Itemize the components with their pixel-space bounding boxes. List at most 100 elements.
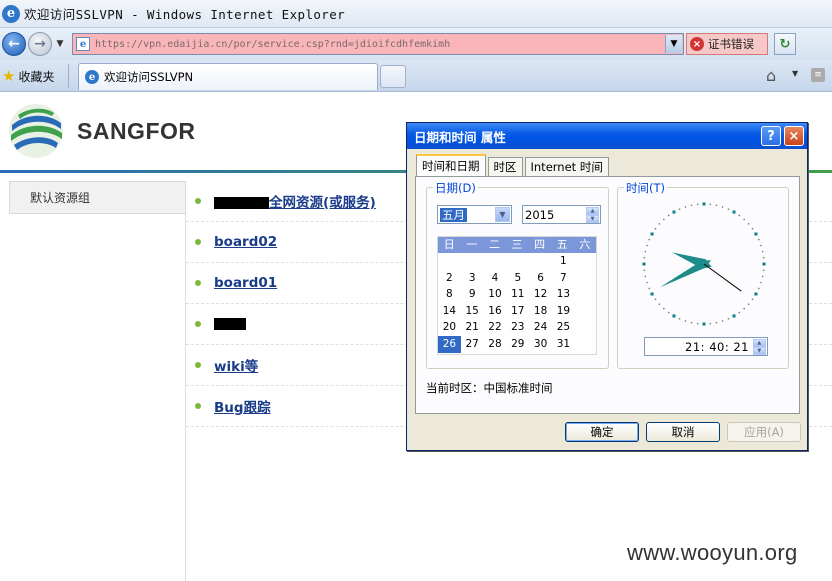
- address-url[interactable]: https://vpn.edaijia.cn/por/service.csp?r…: [95, 39, 655, 50]
- calendar-day[interactable]: 18: [529, 303, 552, 320]
- calendar-day[interactable]: 9: [461, 286, 484, 303]
- help-icon[interactable]: ?: [761, 126, 781, 146]
- logo-text: SANGFOR: [77, 118, 196, 144]
- clock-minute-mark: [667, 214, 670, 217]
- back-arrow-icon[interactable]: ←: [2, 32, 26, 56]
- sidebar-item-default-group[interactable]: 默认资源组: [9, 181, 186, 214]
- refresh-icon[interactable]: ↻: [774, 33, 796, 55]
- calendar-day[interactable]: 29: [506, 336, 529, 353]
- home-icon[interactable]: ⌂: [766, 66, 776, 85]
- clock-hour-mark: [732, 210, 736, 214]
- clock-minute-mark: [743, 218, 745, 221]
- dialog-titlebar[interactable]: 日期和时间 属性: [407, 123, 807, 149]
- calendar-day[interactable]: 10: [484, 286, 507, 303]
- calendar-day[interactable]: 23: [506, 319, 529, 336]
- cert-error-label: 证书错误: [708, 37, 754, 51]
- clock-minute-mark: [658, 303, 661, 305]
- resource-label: 全网资源(或服务): [269, 195, 376, 211]
- cancel-button[interactable]: 取消: [646, 422, 720, 442]
- clock-minute-mark: [684, 320, 687, 322]
- calendar-day[interactable]: 25: [552, 319, 575, 336]
- time-stepper[interactable]: 21: 40: 21 ▲ ▼: [644, 337, 768, 356]
- resource-link-redacted[interactable]: [214, 316, 246, 332]
- calendar-day[interactable]: 22: [484, 319, 507, 336]
- calendar-day[interactable]: 1: [552, 253, 575, 270]
- bullet-icon: [195, 362, 201, 368]
- resource-link-all[interactable]: 全网资源(或服务): [214, 191, 376, 211]
- spin-up-icon[interactable]: ▲: [753, 339, 766, 347]
- chevron-down-icon[interactable]: ▼: [495, 207, 510, 222]
- spin-up-icon[interactable]: ▲: [586, 207, 599, 215]
- resource-link-bug-tracker[interactable]: Bug跟踪: [214, 396, 271, 416]
- calendar-day[interactable]: 15: [461, 303, 484, 320]
- weekday-label: 五: [556, 238, 568, 251]
- dialog-panel: 日期(D) 五月 ▼ 2015 ▲ ▼ 日一二三四五六 1 2 3 4 5 6 7 8 9 10 1…: [415, 176, 800, 414]
- calendar-day[interactable]: 26: [438, 335, 461, 353]
- bullet-icon: [195, 403, 201, 409]
- clock-minute-mark: [727, 208, 730, 210]
- calendar-day[interactable]: 17: [506, 303, 529, 320]
- resource-link-wiki[interactable]: wiki等: [214, 355, 258, 375]
- feed-icon[interactable]: ≡: [811, 68, 825, 82]
- dialog-tabs: 时间和日期 时区 Internet 时间: [416, 154, 611, 176]
- calendar-empty-cell: [552, 353, 575, 370]
- bullet-icon: [195, 239, 201, 245]
- calendar-day[interactable]: 27: [461, 336, 484, 353]
- month-value: 五月: [440, 207, 467, 222]
- calendar-day[interactable]: 21: [461, 319, 484, 336]
- clock-minute-mark: [758, 287, 760, 290]
- calendar-day[interactable]: 4: [484, 270, 507, 287]
- browser-tab-active[interactable]: e 欢迎访问SSLVPN: [78, 63, 378, 90]
- close-icon[interactable]: ×: [784, 126, 804, 146]
- calendar-day[interactable]: 13: [552, 286, 575, 303]
- calendar-day[interactable]: 2: [438, 270, 461, 287]
- tab-timezone[interactable]: 时区: [487, 157, 523, 176]
- clock-minute-mark: [743, 307, 745, 310]
- calendar-day[interactable]: 24: [529, 319, 552, 336]
- clock-minute-mark: [646, 244, 648, 247]
- redaction-mark: [214, 318, 246, 330]
- calendar-day[interactable]: 8: [438, 286, 461, 303]
- tab-date-time[interactable]: 时间和日期: [416, 154, 486, 176]
- cert-error-button[interactable]: × 证书错误: [686, 33, 768, 55]
- calendar-empty-cell: [529, 253, 552, 270]
- calendar-day[interactable]: 5: [506, 270, 529, 287]
- calendar-day[interactable]: 6: [529, 270, 552, 287]
- time-spin-buttons: ▲ ▼: [753, 339, 766, 355]
- clock-minute-mark: [721, 320, 724, 322]
- forward-arrow-icon[interactable]: →: [28, 32, 52, 56]
- calendar-day[interactable]: 14: [438, 303, 461, 320]
- calendar-day[interactable]: 3: [461, 270, 484, 287]
- calendar-day[interactable]: 7: [552, 270, 575, 287]
- calendar-day[interactable]: 28: [484, 336, 507, 353]
- year-spin-buttons: ▲ ▼: [586, 207, 599, 223]
- calendar-empty-cell: [529, 353, 552, 370]
- resource-link-board01[interactable]: board01: [214, 275, 277, 291]
- address-dropdown-icon[interactable]: ▼: [665, 35, 682, 53]
- tab-internet-time[interactable]: Internet 时间: [524, 157, 609, 176]
- timezone-label: 当前时区：: [426, 381, 484, 395]
- time-group-label: 时间(T): [624, 180, 667, 196]
- clock-second-hand: [703, 263, 742, 292]
- apply-button[interactable]: 应用(A): [727, 422, 801, 442]
- history-dropdown-icon[interactable]: ▼: [54, 39, 66, 49]
- calendar-day[interactable]: 11: [506, 286, 529, 303]
- calendar-day[interactable]: 19: [552, 303, 575, 320]
- resource-link-board02[interactable]: board02: [214, 234, 277, 250]
- ok-button[interactable]: 确定: [565, 422, 639, 442]
- calendar-day[interactable]: 12: [529, 286, 552, 303]
- calendar-day[interactable]: 30: [529, 336, 552, 353]
- new-tab-button[interactable]: [380, 65, 406, 88]
- calendar-empty-cell: [506, 253, 529, 270]
- favorites-button[interactable]: ★ 收藏夹: [2, 66, 54, 86]
- home-dropdown-icon[interactable]: ▼: [792, 69, 798, 78]
- watermark: www.wooyun.org: [627, 540, 798, 565]
- year-stepper[interactable]: 2015 ▲ ▼: [522, 205, 601, 224]
- calendar-day[interactable]: 16: [484, 303, 507, 320]
- calendar-day[interactable]: 20: [438, 319, 461, 336]
- month-select[interactable]: 五月 ▼: [437, 205, 512, 224]
- spin-down-icon[interactable]: ▼: [586, 215, 599, 223]
- calendar-day[interactable]: 31: [552, 336, 575, 353]
- spin-down-icon[interactable]: ▼: [753, 347, 766, 355]
- address-input[interactable]: e https://vpn.edaijia.cn/por/service.csp…: [72, 33, 684, 55]
